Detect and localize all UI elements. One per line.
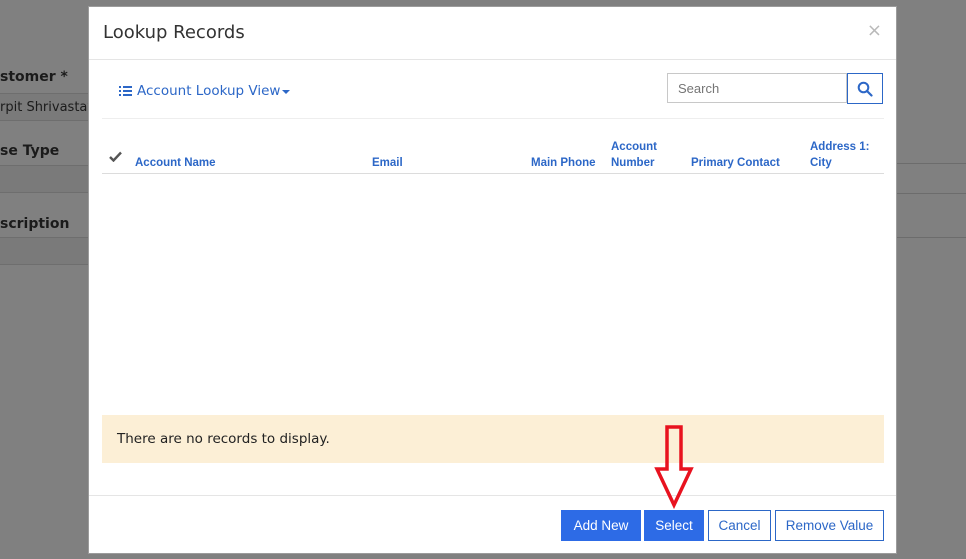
background-divider [897,193,966,194]
empty-results-message: There are no records to display. [117,431,330,447]
background-divider [897,163,966,164]
cancel-button[interactable]: Cancel [708,510,771,541]
close-icon[interactable]: × [867,20,882,41]
add-new-button[interactable]: Add New [561,510,641,541]
search-button[interactable] [847,73,883,104]
view-selector[interactable]: Account Lookup View [119,83,291,99]
remove-value-button[interactable]: Remove Value [775,510,884,541]
search-icon [857,81,873,97]
description-field [0,237,88,265]
column-header-account-name[interactable]: Account Name [135,155,216,171]
column-header-main-phone[interactable]: Main Phone [531,155,596,171]
list-icon [119,85,132,97]
column-header-email[interactable]: Email [372,155,403,171]
case-type-label: se Type [0,143,60,159]
customer-label: stomer * [0,69,68,85]
column-header-address-city[interactable]: Address 1: City [810,139,869,171]
search-input[interactable] [667,73,847,103]
column-header-account-number[interactable]: Account Number [611,139,657,171]
dialog-title: Lookup Records [103,22,245,43]
background-divider [897,237,966,238]
column-header-primary-contact[interactable]: Primary Contact [691,155,780,171]
caret-down-icon [282,90,291,94]
footer-divider [89,495,896,496]
lookup-records-dialog: Lookup Records × Account Lookup View Acc… [88,6,897,554]
empty-results-banner: There are no records to display. [102,415,884,463]
check-icon[interactable] [109,151,122,162]
dialog-header: Lookup Records × [89,7,896,60]
view-selector-label: Account Lookup View [137,83,281,99]
case-type-field [0,165,88,193]
results-table-header: Account Name Email Main Phone Account Num… [102,119,884,174]
select-button[interactable]: Select [644,510,704,541]
description-label: scription [0,216,70,232]
annotation-arrow-icon [654,425,694,509]
